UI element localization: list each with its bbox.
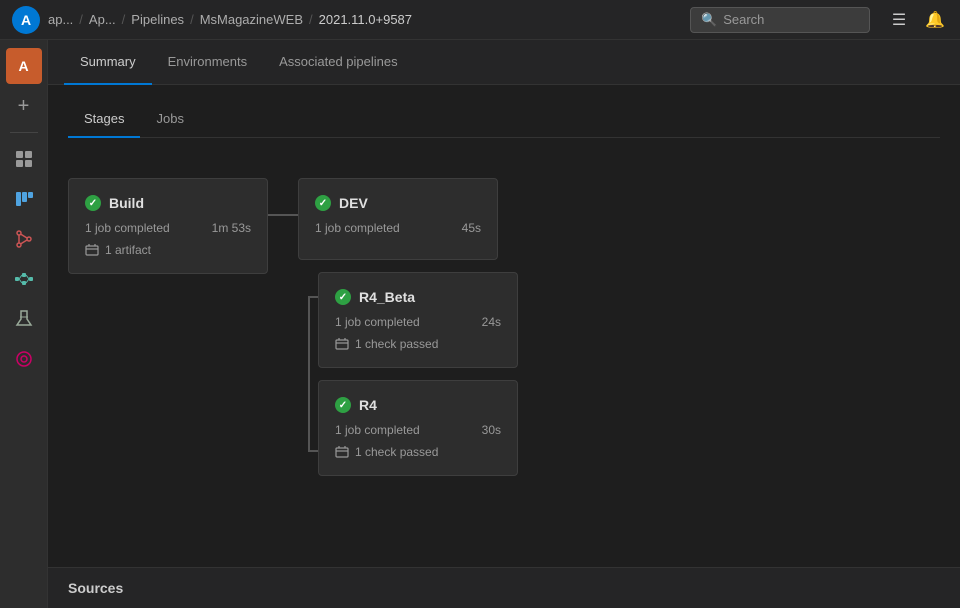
tab-jobs[interactable]: Jobs [140, 101, 199, 138]
list-icon[interactable]: ☰ [886, 7, 912, 33]
org-logo[interactable]: A [12, 6, 40, 34]
right-stages: DEV 1 job completed 45s [298, 178, 518, 476]
build-duration: 1m 53s [212, 221, 251, 235]
branch-vertical [298, 272, 318, 476]
r4beta-jobs: 1 job completed [335, 315, 420, 329]
r4beta-duration: 24s [482, 315, 501, 329]
connector-build-dev [268, 178, 298, 216]
r4beta-status-icon [335, 289, 351, 305]
r4beta-title: R4_Beta [335, 289, 501, 305]
r4-check: 1 check passed [335, 445, 501, 459]
r4-name: R4 [359, 397, 377, 413]
r4-check-label: 1 check passed [355, 445, 438, 459]
sidebar-item-overview[interactable] [6, 141, 42, 177]
sidebar-user-avatar[interactable]: A [6, 48, 42, 84]
breadcrumb-part4[interactable]: MsMagazineWEB [200, 12, 303, 27]
topbar: A ap... / Ap... / Pipelines / MsMagazine… [0, 0, 960, 40]
stage-card-r4beta[interactable]: R4_Beta 1 job completed 24s 1 check pass… [318, 272, 518, 368]
build-name: Build [109, 195, 144, 211]
sidebar-item-pipelines[interactable] [6, 261, 42, 297]
search-icon: 🔍 [701, 12, 717, 28]
main-layout: A + Summary Environments Associated pipe… [0, 40, 960, 608]
stages-container: Build 1 job completed 1m 53s 1 artifact [68, 162, 940, 492]
sources-section: Sources [48, 567, 960, 608]
tab-environments[interactable]: Environments [152, 40, 263, 85]
sidebar-item-test[interactable] [6, 301, 42, 337]
dev-name: DEV [339, 195, 368, 211]
r4beta-info: 1 job completed 24s [335, 315, 501, 329]
dev-duration: 45s [462, 221, 481, 235]
sidebar-item-artifacts[interactable] [6, 341, 42, 377]
breadcrumb: ap... / Ap... / Pipelines / MsMagazineWE… [48, 12, 682, 27]
content-area: Summary Environments Associated pipeline… [48, 40, 960, 608]
inner-tabs: Stages Jobs [68, 101, 940, 138]
r4-duration: 30s [482, 423, 501, 437]
sidebar-divider [10, 132, 38, 133]
topbar-actions: ☰ 🔔 [886, 7, 948, 33]
sidebar: A + [0, 40, 48, 608]
build-status-icon [85, 195, 101, 211]
r4beta-check: 1 check passed [335, 337, 501, 351]
breadcrumb-part3[interactable]: Pipelines [131, 12, 184, 27]
tab-summary[interactable]: Summary [64, 40, 152, 85]
branch-v-line [308, 296, 310, 452]
r4-info: 1 job completed 30s [335, 423, 501, 437]
stage-card-dev[interactable]: DEV 1 job completed 45s [298, 178, 498, 260]
sources-title: Sources [68, 580, 123, 596]
nav-tabs: Summary Environments Associated pipeline… [48, 40, 960, 85]
breadcrumb-current[interactable]: 2021.11.0+9587 [319, 12, 412, 27]
stage-card-r4[interactable]: R4 1 job completed 30s 1 check passed [318, 380, 518, 476]
build-artifact: 1 artifact [85, 243, 251, 257]
branch-container: R4_Beta 1 job completed 24s 1 check pass… [298, 272, 518, 476]
r4-status-icon [335, 397, 351, 413]
breadcrumb-part2[interactable]: Ap... [89, 12, 116, 27]
build-info: 1 job completed 1m 53s [85, 221, 251, 235]
dev-status-icon [315, 195, 331, 211]
dev-title: DEV [315, 195, 481, 211]
sidebar-item-boards[interactable] [6, 181, 42, 217]
build-jobs: 1 job completed [85, 221, 170, 235]
dev-info: 1 job completed 45s [315, 221, 481, 235]
sidebar-item-repos[interactable] [6, 221, 42, 257]
r4beta-name: R4_Beta [359, 289, 415, 305]
breadcrumb-part1[interactable]: ap... [48, 12, 73, 27]
search-label: Search [723, 12, 764, 27]
r4beta-check-label: 1 check passed [355, 337, 438, 351]
page-content: Stages Jobs Build 1 job completed 1m 53s [48, 85, 960, 567]
lower-stages: R4_Beta 1 job completed 24s 1 check pass… [318, 272, 518, 476]
h-line [268, 214, 298, 216]
build-title: Build [85, 195, 251, 211]
build-artifact-label: 1 artifact [105, 243, 151, 257]
r4-jobs: 1 job completed [335, 423, 420, 437]
search-box[interactable]: 🔍 Search [690, 7, 870, 33]
dev-jobs: 1 job completed [315, 221, 400, 235]
stage-card-build[interactable]: Build 1 job completed 1m 53s 1 artifact [68, 178, 268, 274]
dev-branch: DEV 1 job completed 45s [298, 178, 518, 260]
sidebar-add-button[interactable]: + [6, 88, 42, 124]
r4-title: R4 [335, 397, 501, 413]
notifications-icon[interactable]: 🔔 [922, 7, 948, 33]
tab-stages[interactable]: Stages [68, 101, 140, 138]
tab-associated-pipelines[interactable]: Associated pipelines [263, 40, 414, 85]
